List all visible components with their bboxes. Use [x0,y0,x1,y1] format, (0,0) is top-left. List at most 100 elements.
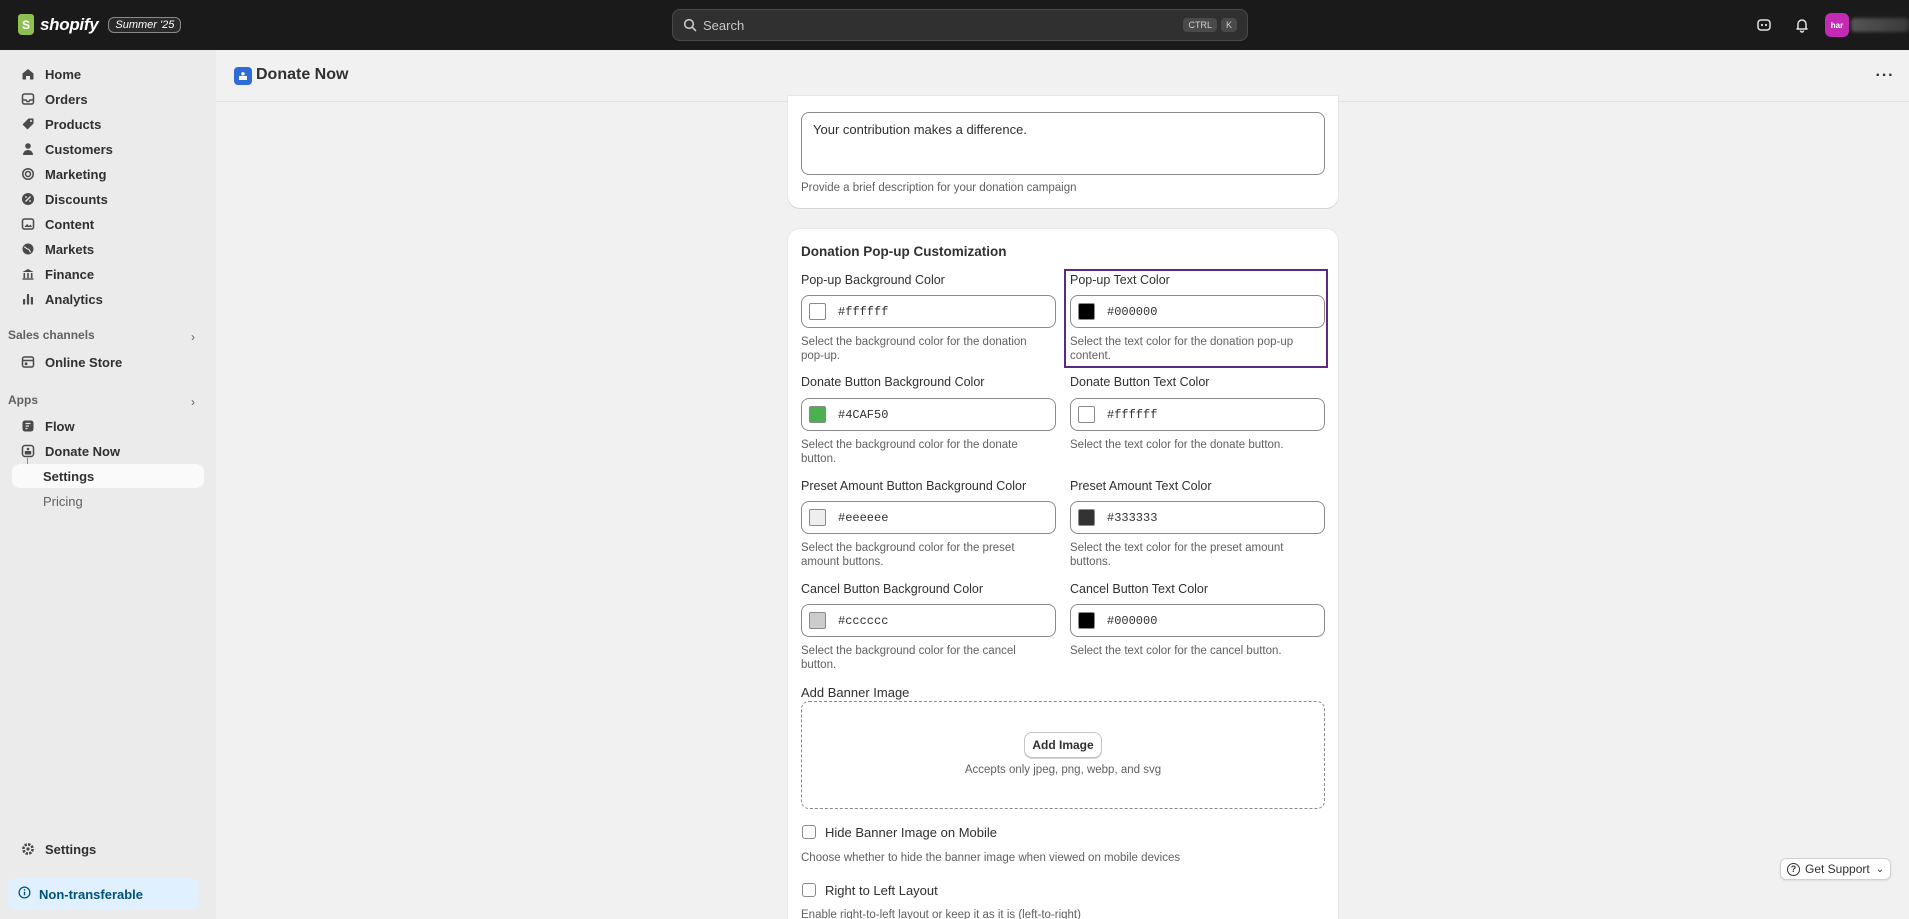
search-icon [683,18,697,32]
bank-icon [20,266,36,282]
sidebar-item-content[interactable]: Content [12,212,204,236]
donate-button-text-color-input[interactable]: #ffffff [1070,398,1325,431]
shortcut-key-k: K [1220,18,1237,32]
non-transferable-banner[interactable]: Non-transferable [8,878,199,910]
sidebar-subitem-settings[interactable]: Settings [12,464,204,488]
sidebar-item-customers[interactable]: Customers [12,137,204,161]
question-icon: ? [1787,862,1800,876]
preset-amount-text-color-input[interactable]: #333333 [1070,501,1325,534]
description-textarea[interactable]: Your contribution makes a difference. [801,112,1325,175]
flow-icon [20,418,36,434]
section-title: Donation Pop-up Customization [801,244,1007,259]
preset-amount-background-color-input[interactable]: #eeeeee [801,501,1056,534]
non-transferable-label: Non-transferable [39,886,144,902]
hex-value: #4CAF50 [838,407,889,422]
person-icon [20,141,36,157]
field-label: Donate Button Background Color [801,375,985,389]
donate-now-app-icon [20,443,36,459]
bell-icon[interactable] [1783,6,1821,44]
sidebar-item-label: Analytics [45,291,103,307]
sidebar-item-products[interactable]: Products [12,112,204,136]
add-image-button[interactable]: Add Image [1024,732,1102,758]
chevron-right-icon[interactable]: › [191,395,195,409]
sidebar-item-label: Discounts [45,191,108,207]
sidebar-item-label: Orders [45,91,88,107]
apps-heading[interactable]: Apps [8,393,38,407]
sidebar-item-donate-now[interactable]: Donate Now [12,439,204,463]
avatar[interactable]: har [1825,13,1849,37]
shopify-logo[interactable]: S shopify Summer '25 [18,14,182,35]
donate-button-background-color-input[interactable]: #4CAF50 [801,398,1056,431]
field-help: Select the background color for the pres… [801,542,1015,568]
hide-banner-label[interactable]: Hide Banner Image on Mobile [825,825,997,840]
sidekick-icon[interactable] [1745,6,1783,44]
popup-background-color-input[interactable]: #ffffff [801,295,1056,328]
gear-icon [20,841,36,857]
color-swatch[interactable] [809,303,826,320]
color-swatch[interactable] [1078,509,1095,526]
home-icon [20,66,36,82]
hex-value: #cccccc [838,613,889,628]
get-support-button[interactable]: ? Get Support ⌄ [1780,858,1891,880]
chevron-right-icon[interactable]: › [191,330,195,344]
field-label: Preset Amount Text Color [1070,479,1212,493]
sidebar-item-home[interactable]: Home [12,62,204,86]
hex-value: #000000 [1107,613,1158,628]
page-header: Donate Now ··· [216,50,1909,102]
hex-value: #eeeeee [838,510,889,525]
donate-now-app-icon [234,67,252,85]
cancel-button-background-color-input[interactable]: #cccccc [801,604,1056,637]
orders-icon [20,91,36,107]
chart-icon [20,291,36,307]
sidebar-item-label: Products [45,116,102,132]
field-help: Select the text color for the cancel but… [1070,645,1282,657]
color-swatch[interactable] [809,509,826,526]
more-actions-button[interactable]: ··· [1873,64,1897,88]
selection-highlight [1064,269,1328,368]
sidebar-item-marketing[interactable]: Marketing [12,162,204,186]
sidebar-item-label: Donate Now [45,443,121,459]
top-right-actions: har [1745,0,1909,50]
sidebar-item-label: Customers [45,141,113,157]
rtl-help: Enable right-to-left layout or keep it a… [801,909,1081,919]
field-help: Select the background color for the dona… [801,336,1027,362]
sidebar-item-label: Marketing [45,166,107,182]
sidebar-item-label: Finance [45,266,95,282]
sidebar-item-label: Home [45,66,82,82]
sidebar-item-orders[interactable]: Orders [12,87,204,111]
sidebar-item-settings[interactable]: Settings [12,837,204,861]
color-swatch[interactable] [809,612,826,629]
search-input[interactable]: Search CTRL K [672,9,1248,41]
sidebar-item-analytics[interactable]: Analytics [12,287,204,311]
hex-value: #333333 [1107,510,1158,525]
store-name-redacted[interactable] [1851,18,1909,32]
sidebar-item-markets[interactable]: Markets [12,237,204,261]
shopify-bag-icon: S [18,14,34,35]
rtl-label[interactable]: Right to Left Layout [825,883,938,898]
field-help: Select the background color for the dona… [801,439,1018,465]
color-swatch[interactable] [1078,612,1095,629]
content-icon [20,216,36,232]
field-label: Cancel Button Text Color [1070,582,1209,596]
sidebar-item-online-store[interactable]: Online Store [12,350,204,374]
hex-value: #ffffff [838,304,889,319]
sidebar-subitem-pricing[interactable]: Pricing [12,489,204,513]
sidebar-item-label: Settings [45,841,97,857]
sidebar-item-discounts[interactable]: Discounts [12,187,204,211]
store-icon [20,354,36,370]
cancel-button-text-color-input[interactable]: #000000 [1070,604,1325,637]
field-help: Select the text color for the donate but… [1070,439,1284,451]
discount-icon [20,191,36,207]
hide-banner-checkbox[interactable] [802,825,816,839]
rtl-checkbox[interactable] [802,883,816,897]
page-title: Donate Now [256,66,349,83]
hide-banner-help: Choose whether to hide the banner image … [801,852,1181,864]
sidebar-item-flow[interactable]: Flow [12,414,204,438]
field-label: Donate Button Text Color [1070,375,1210,389]
color-swatch[interactable] [1078,406,1095,423]
sidebar-item-finance[interactable]: Finance [12,262,204,286]
banner-label: Add Banner Image [801,685,910,700]
color-swatch[interactable] [809,406,826,423]
target-icon [20,166,36,182]
sales-channels-heading[interactable]: Sales channels [8,328,95,342]
